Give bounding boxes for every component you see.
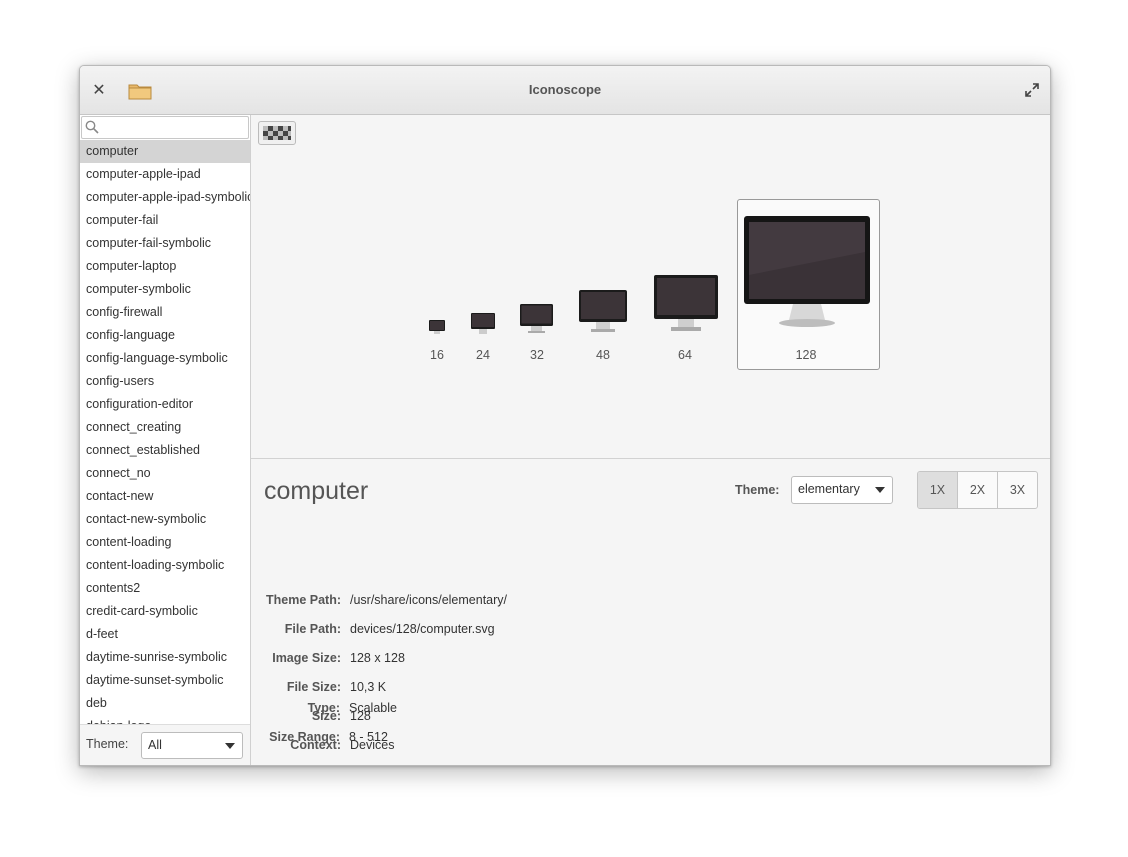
sidebar-theme-value: All [148, 738, 162, 752]
property-row: Type: Scalable [250, 701, 950, 721]
sidebar-theme-label: Theme: [86, 737, 129, 751]
property-row: Size Range: 8 - 512 [250, 730, 950, 750]
list-item[interactable]: computer-apple-ipad [80, 163, 250, 186]
list-item[interactable]: config-language-symbolic [80, 347, 250, 370]
monitor-icon[interactable] [653, 274, 719, 332]
monitor-icon[interactable] [428, 319, 446, 335]
list-item[interactable]: contact-new-symbolic [80, 508, 250, 531]
monitor-icon[interactable] [743, 215, 871, 330]
list-item[interactable]: contact-new [80, 485, 250, 508]
size-label: 16 [430, 348, 444, 362]
list-item[interactable]: config-language [80, 324, 250, 347]
search-input[interactable] [81, 116, 249, 139]
list-item[interactable]: configuration-editor [80, 393, 250, 416]
monitor-icon[interactable] [578, 289, 628, 333]
monitor-icon[interactable] [519, 303, 554, 334]
list-item[interactable]: computer-laptop [80, 255, 250, 278]
list-item[interactable]: connect_no [80, 462, 250, 485]
list-item[interactable]: config-users [80, 370, 250, 393]
list-item[interactable]: config-firewall [80, 301, 250, 324]
property-value: Scalable [349, 701, 397, 715]
list-item[interactable]: computer-fail [80, 209, 250, 232]
checkerboard-toggle-button[interactable] [258, 121, 296, 145]
icon-sidebar: computer computer-apple-ipad computer-ap… [80, 115, 251, 765]
checkerboard-icon [263, 126, 291, 140]
list-item[interactable]: connect_creating [80, 416, 250, 439]
size-label: 48 [596, 348, 610, 362]
icon-list: computer computer-apple-ipad computer-ap… [80, 140, 250, 726]
list-item[interactable]: connect_established [80, 439, 250, 462]
scale-3x-button[interactable]: 3X [998, 472, 1037, 508]
list-item[interactable]: computer-apple-ipad-symbolic [80, 186, 250, 209]
property-key: Type: [307, 701, 340, 715]
size-label: 32 [530, 348, 544, 362]
property-rows-continued: Type: Scalable Size Range: 8 - 512 [250, 458, 950, 758]
list-item[interactable]: content-loading [80, 531, 250, 554]
search-icon [85, 120, 99, 134]
scale-2x-button[interactable]: 2X [958, 472, 998, 508]
list-item[interactable]: computer-symbolic [80, 278, 250, 301]
list-item[interactable]: content-loading-symbolic [80, 554, 250, 577]
size-label: 24 [476, 348, 490, 362]
monitor-icon[interactable] [470, 312, 496, 335]
titlebar: ✕ Iconoscope [80, 66, 1050, 115]
maximize-icon[interactable] [1024, 82, 1040, 98]
window-title: Iconoscope [528, 82, 602, 97]
property-value: 8 - 512 [349, 730, 388, 744]
size-label: 128 [795, 348, 817, 362]
property-key: Size Range: [269, 730, 340, 744]
size-label: 64 [678, 348, 692, 362]
list-item[interactable]: computer-fail-symbolic [80, 232, 250, 255]
list-item[interactable]: computer [80, 140, 250, 163]
icon-preview-area: 16 24 32 48 64 128 [251, 115, 1050, 459]
